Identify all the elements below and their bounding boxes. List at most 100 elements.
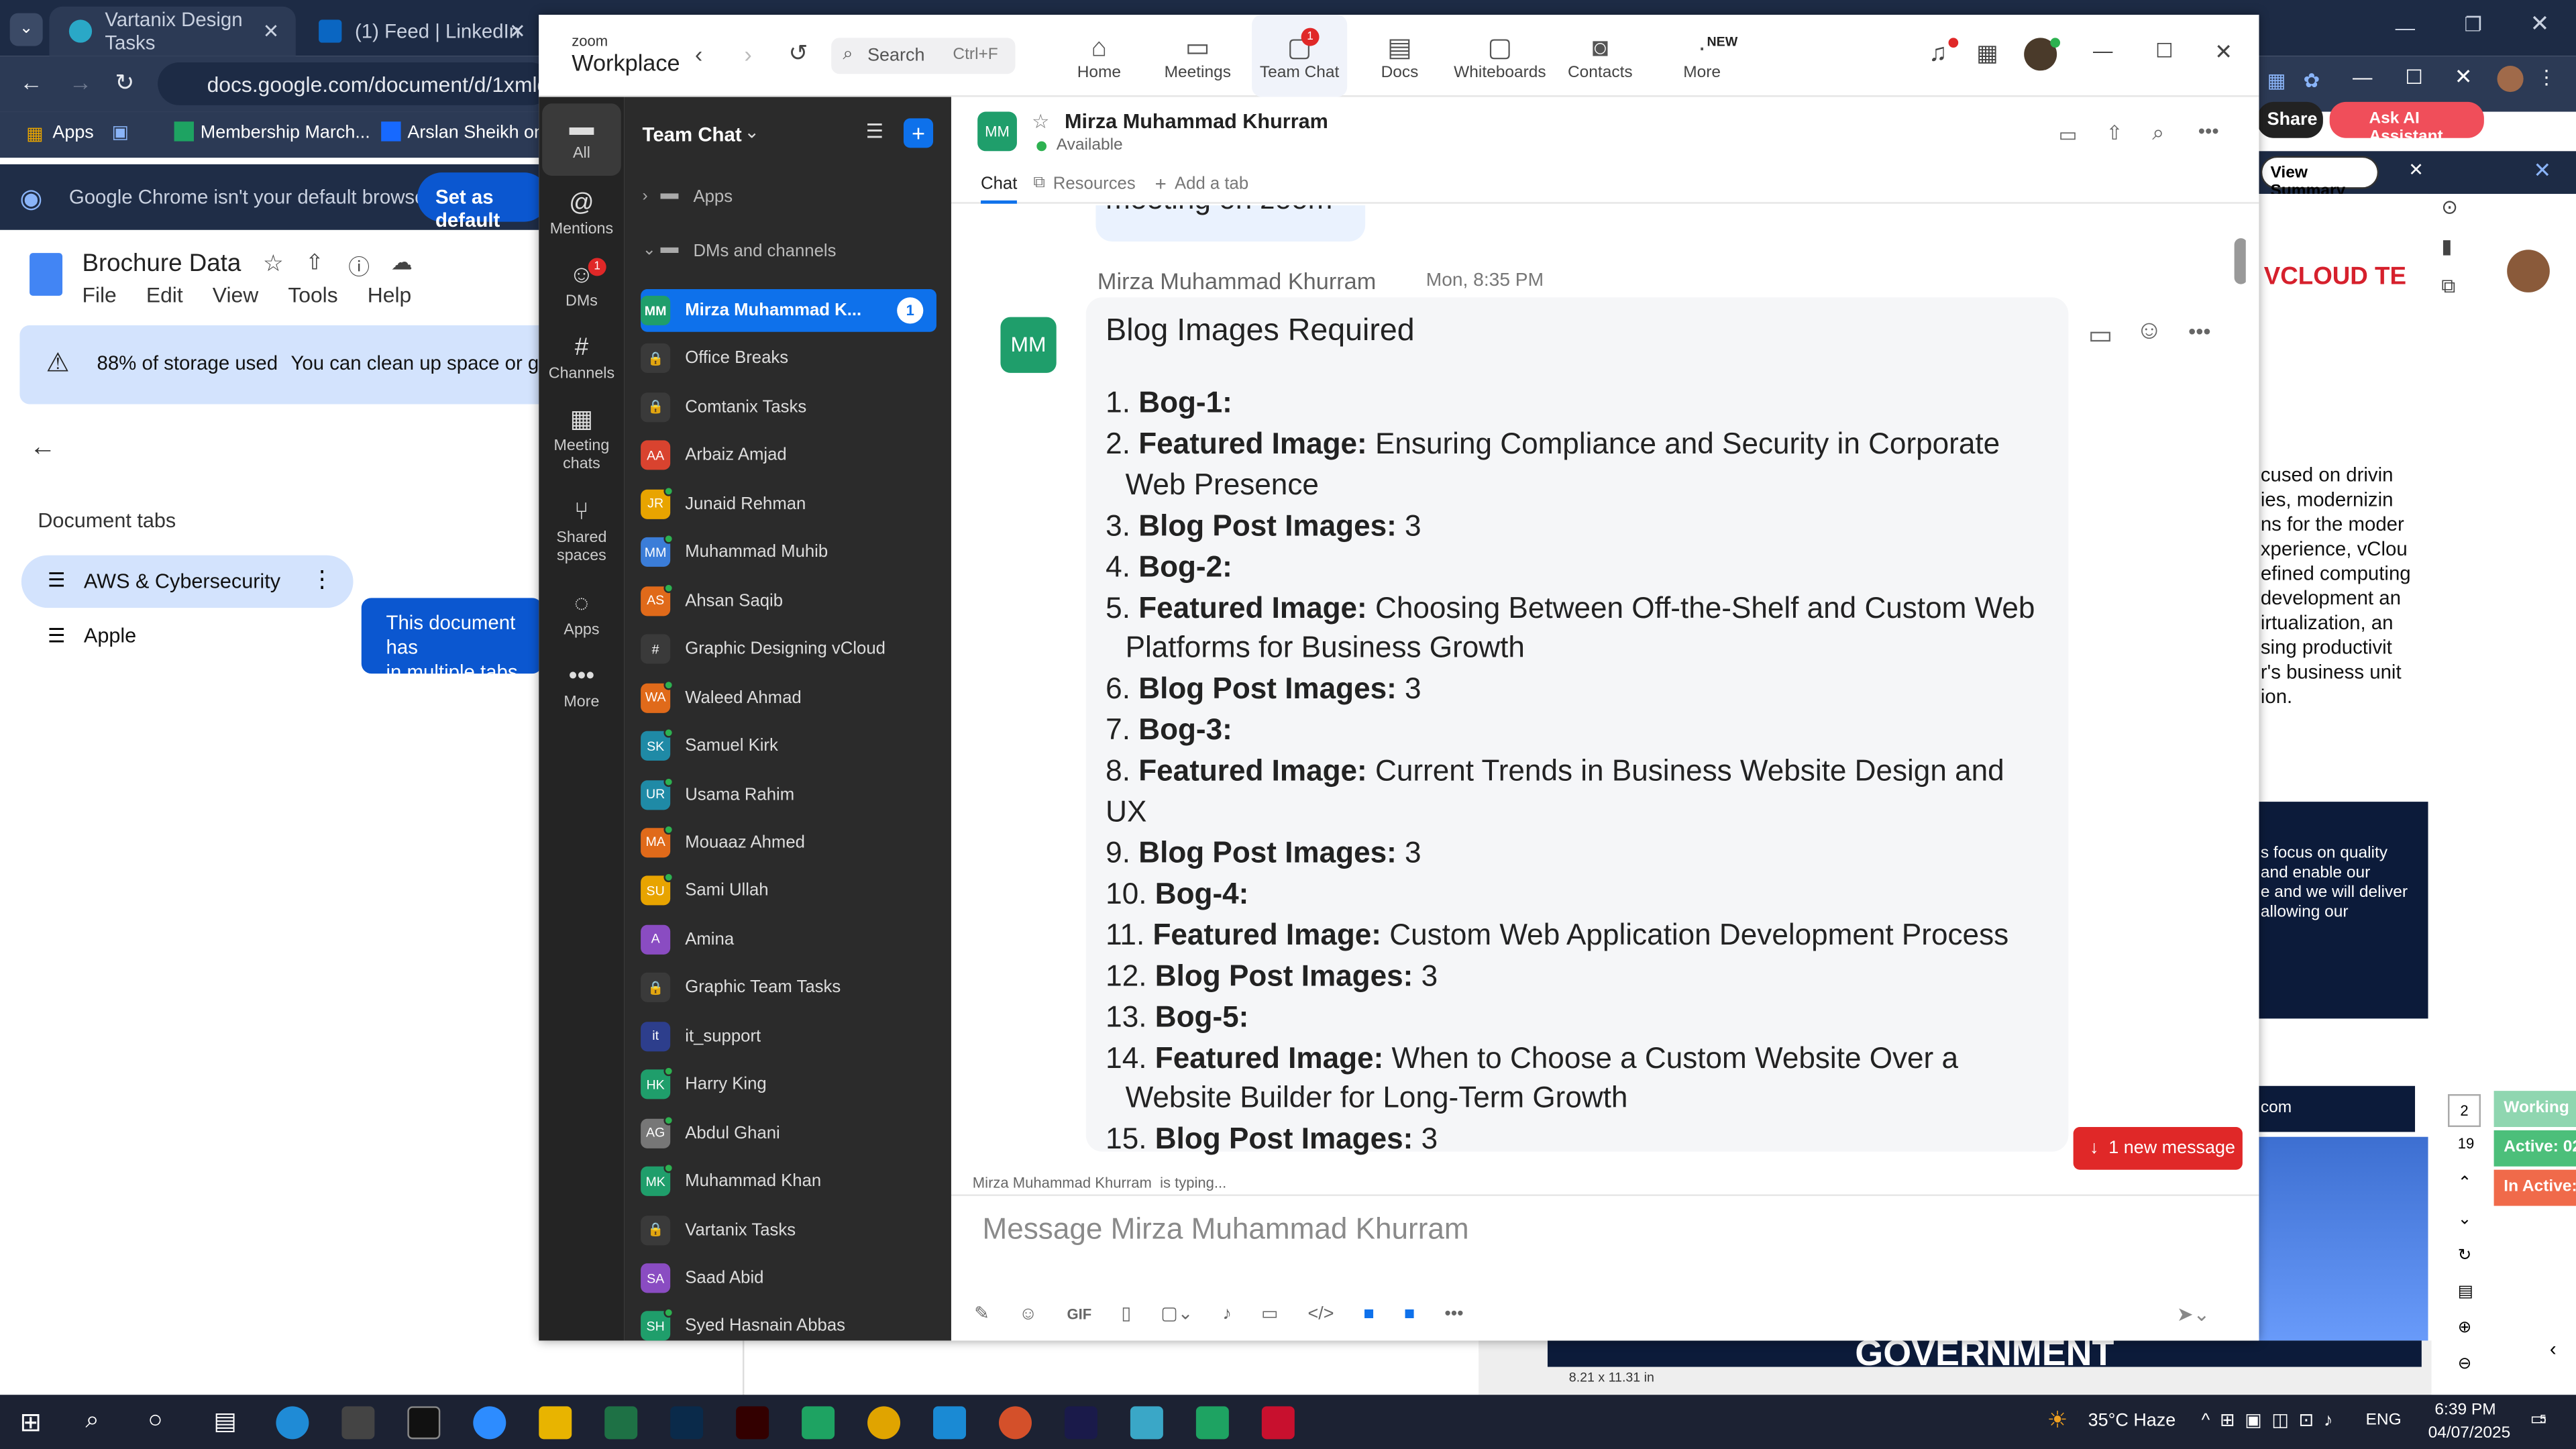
- nav-home[interactable]: ⌂ Home: [1051, 15, 1146, 97]
- message-input[interactable]: Message Mirza Muhammad Khurram: [983, 1212, 1469, 1246]
- tab-resources[interactable]: Resources: [1053, 174, 1136, 194]
- bookmark-membership[interactable]: Membership March...: [201, 123, 370, 143]
- nav-more[interactable]: · More NEW: [1654, 15, 1750, 97]
- close-icon[interactable]: ✕: [2214, 40, 2233, 66]
- rail-more[interactable]: ••• More: [542, 655, 621, 718]
- info-icon[interactable]: ⓘ: [348, 250, 370, 281]
- contact-row[interactable]: A Amina: [641, 918, 936, 961]
- language[interactable]: ENG: [2366, 1411, 2402, 1430]
- rail-shared-spaces[interactable]: ⑂ Shared spaces: [542, 491, 621, 570]
- maximize-icon[interactable]: ☐: [2155, 40, 2173, 62]
- filter-icon[interactable]: ☰: [866, 120, 883, 143]
- doc-tab-aws[interactable]: ☰ AWS & Cybersecurity ⋮: [21, 555, 354, 608]
- file-explorer-icon[interactable]: [539, 1406, 572, 1440]
- back-icon[interactable]: ‹: [695, 41, 702, 67]
- excel-icon[interactable]: [604, 1406, 638, 1440]
- profile-avatar[interactable]: [2497, 65, 2524, 93]
- view-summary-button[interactable]: View Summary: [2260, 156, 2379, 201]
- contact-row[interactable]: SK Samuel Kirk: [641, 724, 936, 767]
- photoshop-icon[interactable]: [670, 1406, 704, 1440]
- bookmarks-label[interactable]: ookmarks: [2491, 121, 2562, 140]
- vscode-icon[interactable]: [933, 1406, 967, 1440]
- cloud-icon[interactable]: ☁: [391, 250, 413, 276]
- section-dms[interactable]: DMs and channels: [693, 241, 836, 261]
- pen-icon[interactable]: [341, 1406, 375, 1440]
- calendar-icon[interactable]: ▦: [1976, 40, 1998, 68]
- tray-icons[interactable]: ^⊞▣◫⊡♪: [2202, 1409, 2343, 1431]
- rail-apps[interactable]: ◌ Apps: [542, 583, 621, 645]
- close-icon[interactable]: ✕: [2455, 64, 2473, 91]
- doc-icon[interactable]: ▤: [2458, 1275, 2473, 1311]
- side-icon-2[interactable]: ▮: [2441, 227, 2458, 266]
- chrome-icon[interactable]: [867, 1406, 901, 1440]
- zoom-in-icon[interactable]: ⊕: [2458, 1311, 2473, 1347]
- contact-row[interactable]: MA Mouaaz Ahmed: [641, 821, 936, 864]
- contact-row[interactable]: SA Saad Abid: [641, 1256, 936, 1299]
- browser-tab-vartanix[interactable]: Vartanix Design Tasks ✕: [49, 6, 296, 56]
- contact-row[interactable]: HK Harry King: [641, 1063, 936, 1106]
- menu-icon[interactable]: ⋮: [2536, 66, 2556, 89]
- tab-add[interactable]: Add a tab: [1175, 174, 1248, 194]
- counter-box[interactable]: 2: [2448, 1094, 2481, 1128]
- bookmark-apps[interactable]: Apps: [52, 123, 93, 143]
- rail-dms[interactable]: ☺ DMs 1: [542, 255, 621, 317]
- menu-edit[interactable]: Edit: [146, 282, 183, 307]
- star-icon[interactable]: ☆: [263, 250, 284, 278]
- share-screen-icon[interactable]: ⇧: [2106, 121, 2123, 144]
- minimize-icon[interactable]: —: [2093, 40, 2112, 62]
- new-message-button[interactable]: ↓ 1 new message: [2073, 1127, 2243, 1170]
- contact-row[interactable]: AA Arbaiz Amjad: [641, 434, 936, 477]
- app-icon-3[interactable]: [1195, 1406, 1229, 1440]
- contact-row[interactable]: MK Muhammad Khan: [641, 1160, 936, 1203]
- search-icon[interactable]: ⌕: [85, 1406, 99, 1434]
- contact-row[interactable]: MM Muhammad Muhib: [641, 531, 936, 574]
- chevron-down-icon[interactable]: ⌄: [2458, 1203, 2473, 1239]
- acrobat-icon[interactable]: [1261, 1406, 1295, 1440]
- screenshot-icon[interactable]: ▢⌄: [1161, 1303, 1193, 1324]
- reply-icon[interactable]: ▭: [2088, 319, 2113, 352]
- more-icon[interactable]: •••: [2188, 319, 2210, 343]
- clock-date[interactable]: 04/07/2025: [2428, 1424, 2511, 1442]
- nav-whiteboards[interactable]: ▢ Whiteboards: [1452, 15, 1548, 97]
- weather-text[interactable]: 35°C Haze: [2088, 1411, 2176, 1431]
- chevron-down-icon[interactable]: ⌄: [643, 241, 657, 260]
- contact-row[interactable]: SU Sami Ullah: [641, 869, 936, 912]
- url-field[interactable]: docs.google.com/document/d/1xmld6A: [158, 62, 575, 105]
- restore-icon[interactable]: ❐: [2464, 13, 2481, 36]
- nav-team-chat[interactable]: ▢ Team Chat 1: [1252, 15, 1348, 97]
- nav-meetings[interactable]: ▭ Meetings: [1150, 15, 1245, 97]
- app-icon-2[interactable]: [1130, 1406, 1163, 1440]
- app-icon-2[interactable]: ■: [1404, 1303, 1415, 1323]
- sender-name[interactable]: Mirza Muhammad Khurram: [1097, 268, 1376, 294]
- app-icon-1[interactable]: ■: [1364, 1303, 1375, 1323]
- illustrator-icon[interactable]: [736, 1406, 769, 1440]
- contact-row[interactable]: 🔒 Vartanix Tasks: [641, 1208, 936, 1251]
- contact-row[interactable]: UR Usama Rahim: [641, 773, 936, 816]
- contact-row[interactable]: 🔒 Comtanix Tasks: [641, 386, 936, 429]
- refresh-icon[interactable]: ↻: [2458, 1239, 2473, 1275]
- menu-tools[interactable]: Tools: [288, 282, 337, 307]
- extension-icon[interactable]: ▦: [2267, 69, 2286, 92]
- close-icon[interactable]: ✕: [2408, 160, 2424, 180]
- bell-icon[interactable]: ♫: [1929, 40, 1947, 68]
- contact-row[interactable]: AS Ahsan Saqib: [641, 580, 936, 623]
- grid-icon[interactable]: ▣: [112, 121, 129, 143]
- format-icon[interactable]: ✎: [974, 1303, 989, 1324]
- contact-row[interactable]: MM Mirza Muhammad K... 1: [641, 289, 936, 332]
- chrome-profile-icon[interactable]: [998, 1406, 1032, 1440]
- contact-row[interactable]: SH Syed Hasnain Abbas: [641, 1305, 936, 1348]
- chevron-down-icon[interactable]: ⌄: [744, 121, 759, 143]
- contact-row[interactable]: WA Waleed Ahmad: [641, 676, 936, 719]
- chevron-right-icon[interactable]: ›: [643, 187, 648, 205]
- star-icon[interactable]: ☆: [1032, 110, 1049, 133]
- search-icon[interactable]: ⌕: [2152, 120, 2164, 146]
- app-icon[interactable]: [802, 1406, 835, 1440]
- side-icon-1[interactable]: ⊙: [2441, 187, 2458, 227]
- nav-docs[interactable]: ▤ Docs: [1352, 15, 1448, 97]
- doc-tab-apple[interactable]: ☰ Apple: [21, 614, 333, 657]
- chevron-up-icon[interactable]: ⌃: [2458, 1167, 2473, 1203]
- side-icon-3[interactable]: ⧉: [2441, 266, 2458, 306]
- list-title[interactable]: Team Chat: [643, 123, 742, 146]
- close-icon[interactable]: ✕: [2533, 158, 2551, 184]
- video-call-icon[interactable]: ▭: [2059, 123, 2078, 146]
